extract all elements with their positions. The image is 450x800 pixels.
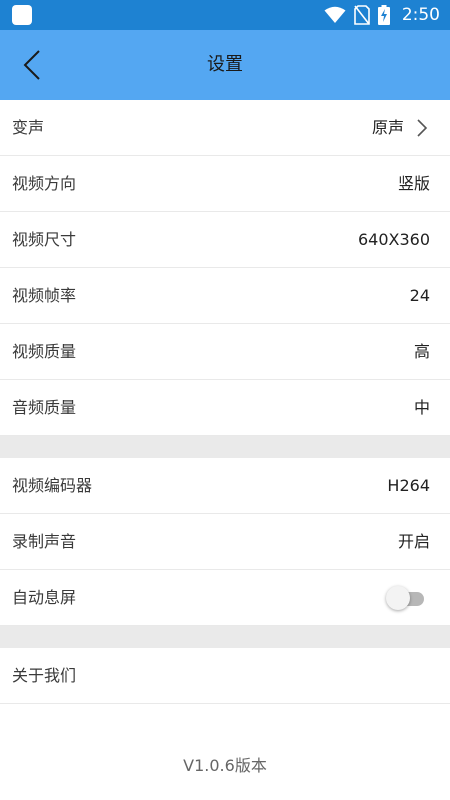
setting-label: 关于我们 xyxy=(12,666,77,685)
setting-value: 中 xyxy=(413,398,430,417)
wifi-icon xyxy=(324,6,346,23)
app-notification-icon xyxy=(12,5,32,25)
setting-label: 视频尺寸 xyxy=(12,230,77,249)
setting-label: 录制声音 xyxy=(12,532,77,551)
chevron-right-icon xyxy=(417,119,428,137)
status-time: 2:50 xyxy=(401,5,440,25)
app-bar: 设置 xyxy=(0,30,450,100)
section-divider xyxy=(0,626,450,648)
no-sim-icon xyxy=(354,5,370,25)
setting-voice-change[interactable]: 变声 原声 xyxy=(0,100,450,156)
setting-label: 视频编码器 xyxy=(12,476,93,495)
setting-label: 变声 xyxy=(12,118,45,137)
setting-video-encoder[interactable]: 视频编码器 H264 xyxy=(0,458,450,514)
toggle-thumb xyxy=(386,586,410,610)
setting-label: 视频帧率 xyxy=(12,286,77,305)
settings-list[interactable]: 变声 原声 视频方向 竖版 视频尺寸 640X360 视频帧率 24 视频质量 … xyxy=(0,100,450,732)
setting-value: 24 xyxy=(409,286,430,305)
setting-audio-quality[interactable]: 音频质量 中 xyxy=(0,380,450,436)
setting-video-size[interactable]: 视频尺寸 640X360 xyxy=(0,212,450,268)
back-button[interactable] xyxy=(12,45,52,85)
setting-value: 高 xyxy=(413,342,430,361)
setting-auto-screen-off[interactable]: 自动息屏 xyxy=(0,570,450,626)
version-label: V1.0.6版本 xyxy=(0,732,450,800)
setting-value: 原声 xyxy=(371,118,404,137)
setting-label: 视频质量 xyxy=(12,342,77,361)
setting-video-quality[interactable]: 视频质量 高 xyxy=(0,324,450,380)
setting-label: 自动息屏 xyxy=(12,588,77,607)
setting-value: 640X360 xyxy=(357,230,430,249)
auto-screen-off-toggle[interactable] xyxy=(386,586,426,610)
setting-row-partial[interactable] xyxy=(0,704,450,732)
status-bar: 2:50 xyxy=(0,0,450,30)
setting-record-audio[interactable]: 录制声音 开启 xyxy=(0,514,450,570)
section-divider xyxy=(0,436,450,458)
setting-label: 视频方向 xyxy=(12,174,77,193)
setting-about-us[interactable]: 关于我们 xyxy=(0,648,450,704)
setting-value: 开启 xyxy=(397,532,430,551)
setting-label: 音频质量 xyxy=(12,398,77,417)
setting-video-fps[interactable]: 视频帧率 24 xyxy=(0,268,450,324)
setting-value: 竖版 xyxy=(397,174,430,193)
status-icons: 2:50 xyxy=(324,0,440,30)
setting-value: H264 xyxy=(387,476,430,495)
setting-video-orientation[interactable]: 视频方向 竖版 xyxy=(0,156,450,212)
battery-charging-icon xyxy=(377,5,390,25)
page-title: 设置 xyxy=(207,54,243,75)
chevron-left-icon xyxy=(23,50,40,80)
